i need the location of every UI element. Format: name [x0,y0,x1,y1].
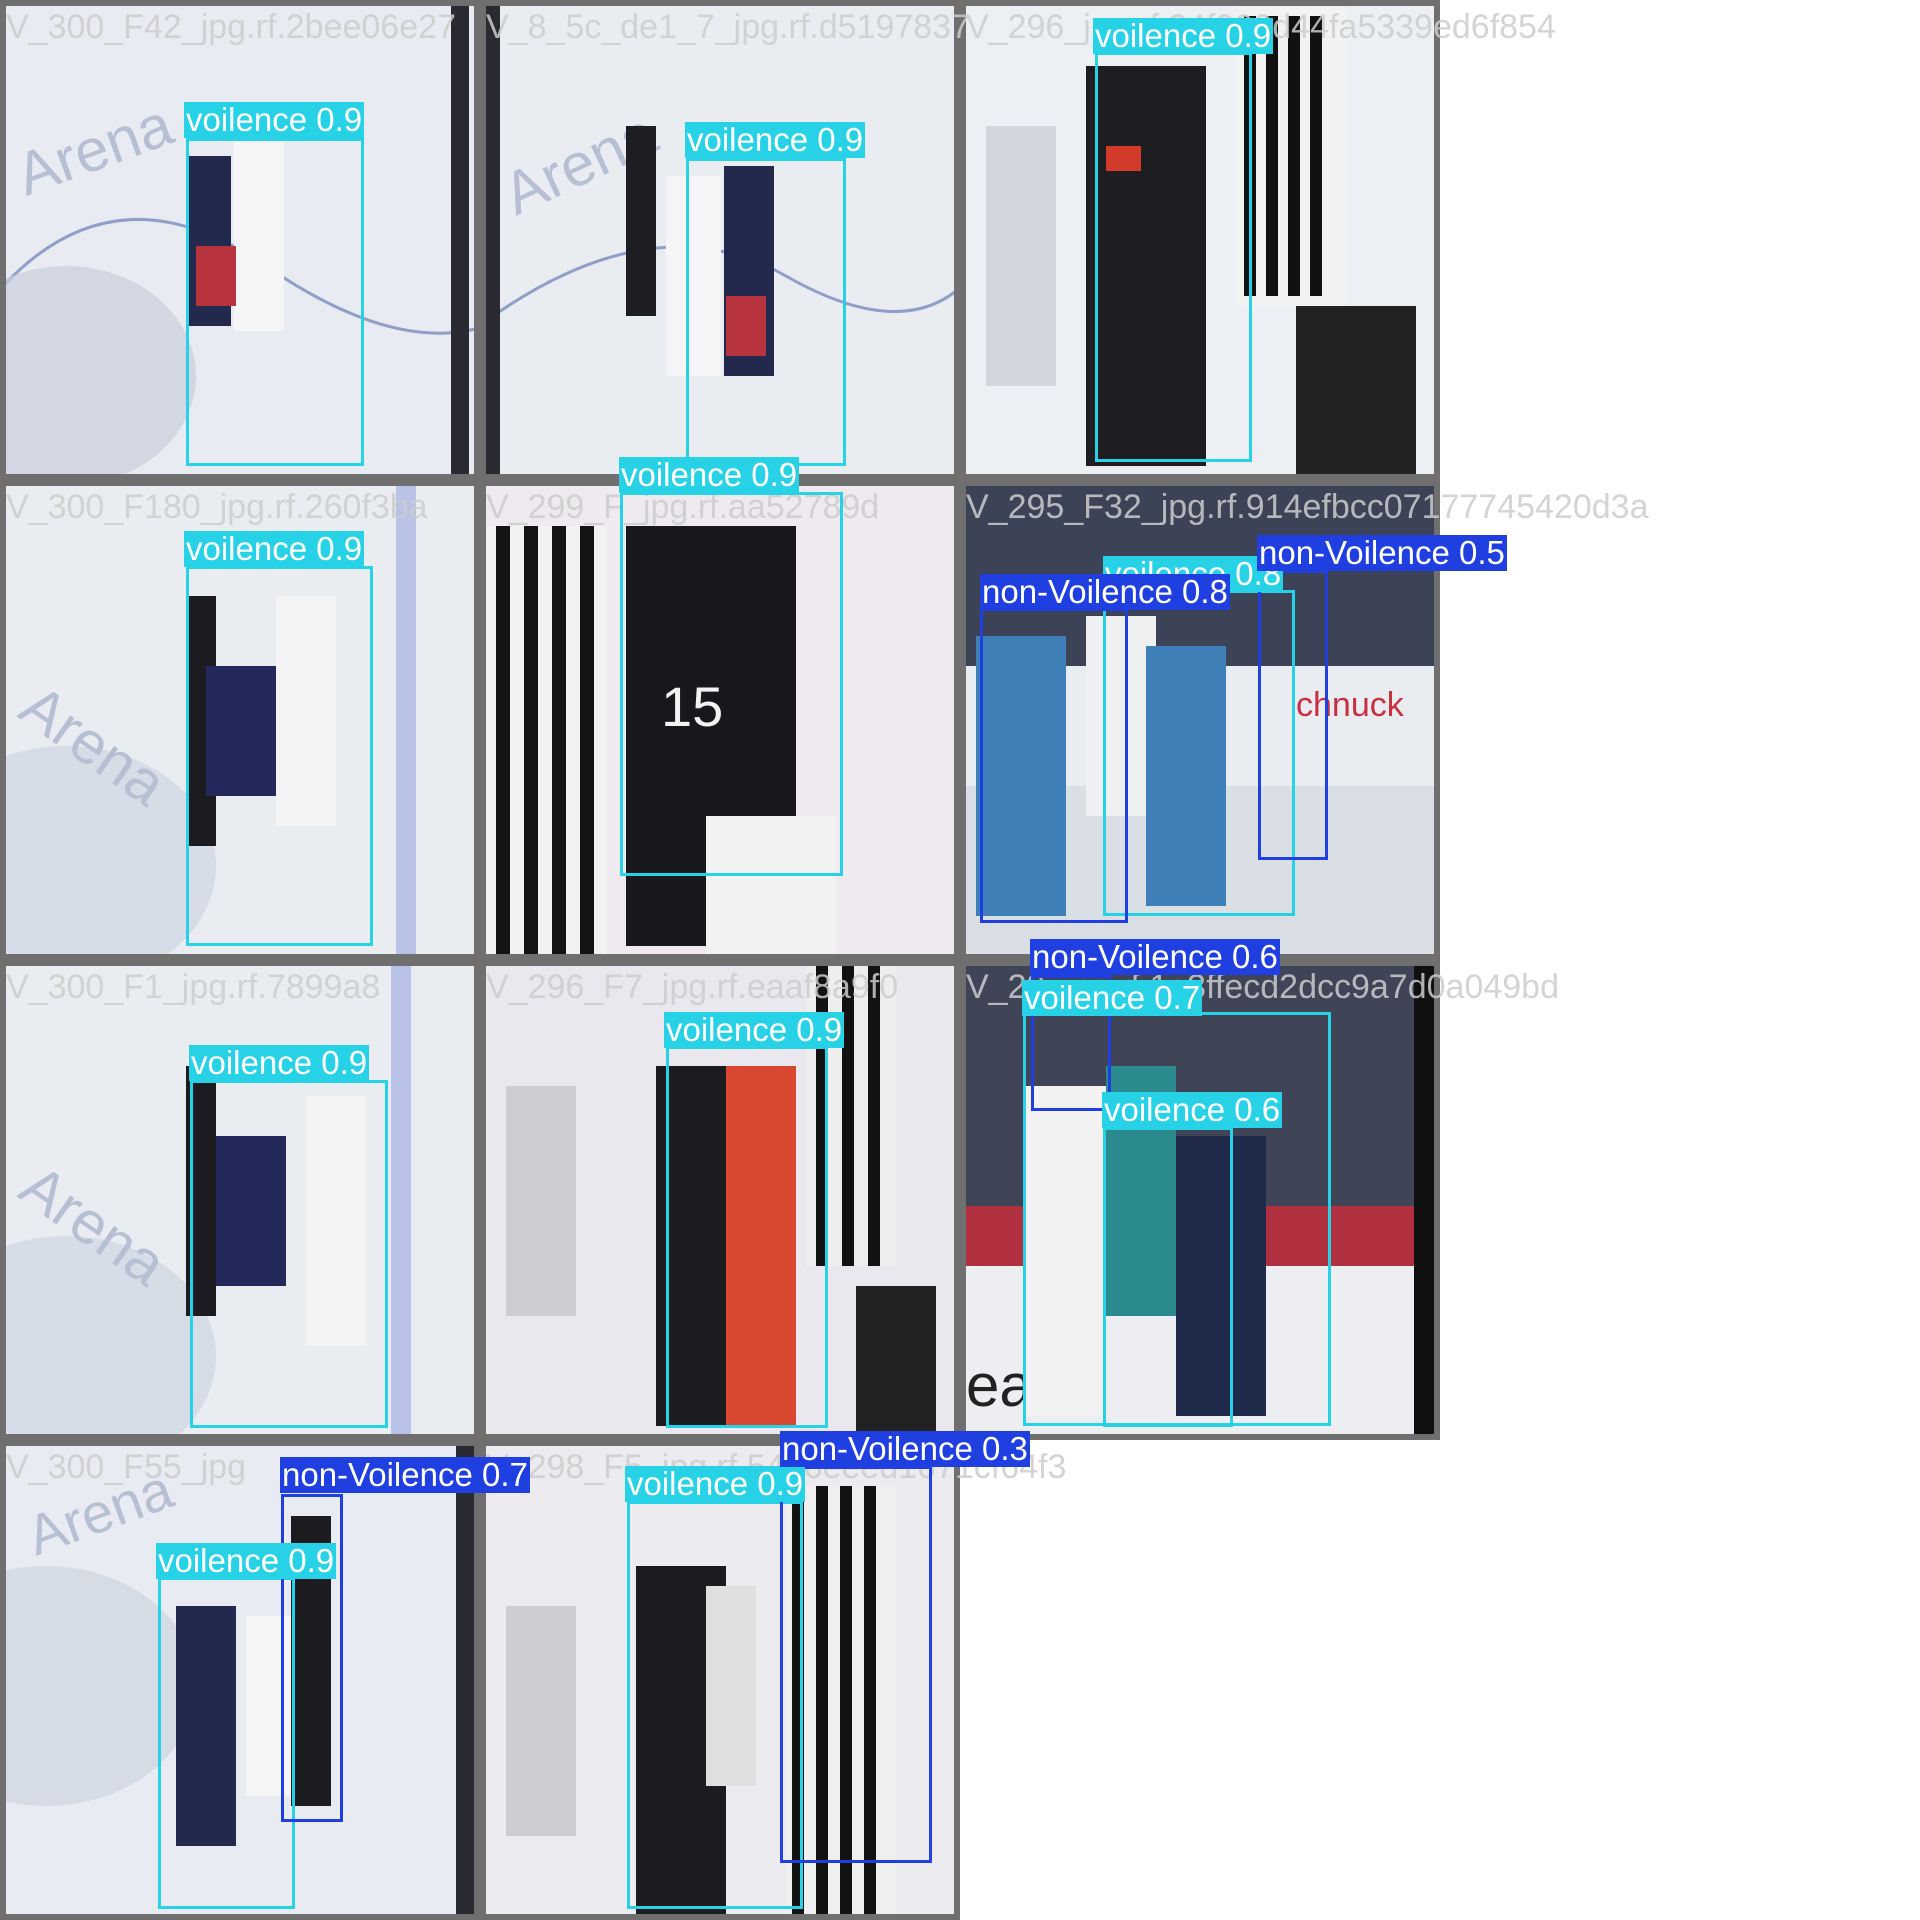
detection-box-violence [186,138,364,466]
detection-label-violence: voilence 0.9 [156,1542,337,1579]
detection-label-violence: voilence 0.9 [619,456,800,493]
filename-label: V_300_F42_jpg.rf.2bee06e27 [6,8,456,46]
detection-box-violence [1095,52,1252,462]
detection-box-violence [620,492,843,876]
detection-box-violence [158,1577,295,1909]
filename-label: V_8_5c_de1_7_jpg.rf.d5197837 [486,8,970,46]
detection-label-violence: voilence 0.9 [189,1044,370,1081]
detection-box-violence [627,1501,803,1909]
detection-label-violence: voilence 0.7 [1022,979,1203,1016]
detection-box-violence [186,566,373,946]
detection-box-violence [190,1080,388,1428]
filename-label: V_296_F7_jpg.rf.eaaf8a9f0 [486,968,899,1006]
filename-label: V_295_F32_jpg.rf.914efbcc07177745420d3a [966,488,1649,526]
detection-label-violence: voilence 0.9 [184,530,365,567]
detection-label-violence: voilence 0.9 [184,101,365,138]
detection-box-non-violence [780,1466,932,1863]
detection-label-non-violence: non-Voilence 0.3 [780,1430,1030,1467]
detection-box-violence [1103,1127,1233,1427]
filename-label: V_300_F1_jpg.rf.7899a8 [6,968,381,1006]
detection-label-violence: voilence 0.6 [1102,1091,1283,1128]
detection-label-violence: voilence 0.9 [664,1011,845,1048]
detection-label-violence: voilence 0.9 [1093,17,1274,54]
detection-label-non-violence: non-Voilence 0.5 [1257,534,1507,571]
filename-label: V_300_F55_jpg [6,1448,247,1486]
detection-box-violence [666,1046,828,1428]
detection-label-non-violence: non-Voilence 0.7 [280,1456,530,1493]
detection-label-violence: voilence 0.9 [685,121,866,158]
detection-box-non-violence [980,608,1128,923]
filename-label: V_300_F180_jpg.rf.260f3ba [6,488,428,526]
detection-label-violence: voilence 0.9 [625,1465,806,1502]
detection-label-non-violence: non-Voilence 0.6 [1030,938,1280,975]
detection-label-non-violence: non-Voilence 0.8 [980,573,1230,610]
detection-box-non-violence [1258,570,1328,860]
detection-box-violence [686,158,846,466]
